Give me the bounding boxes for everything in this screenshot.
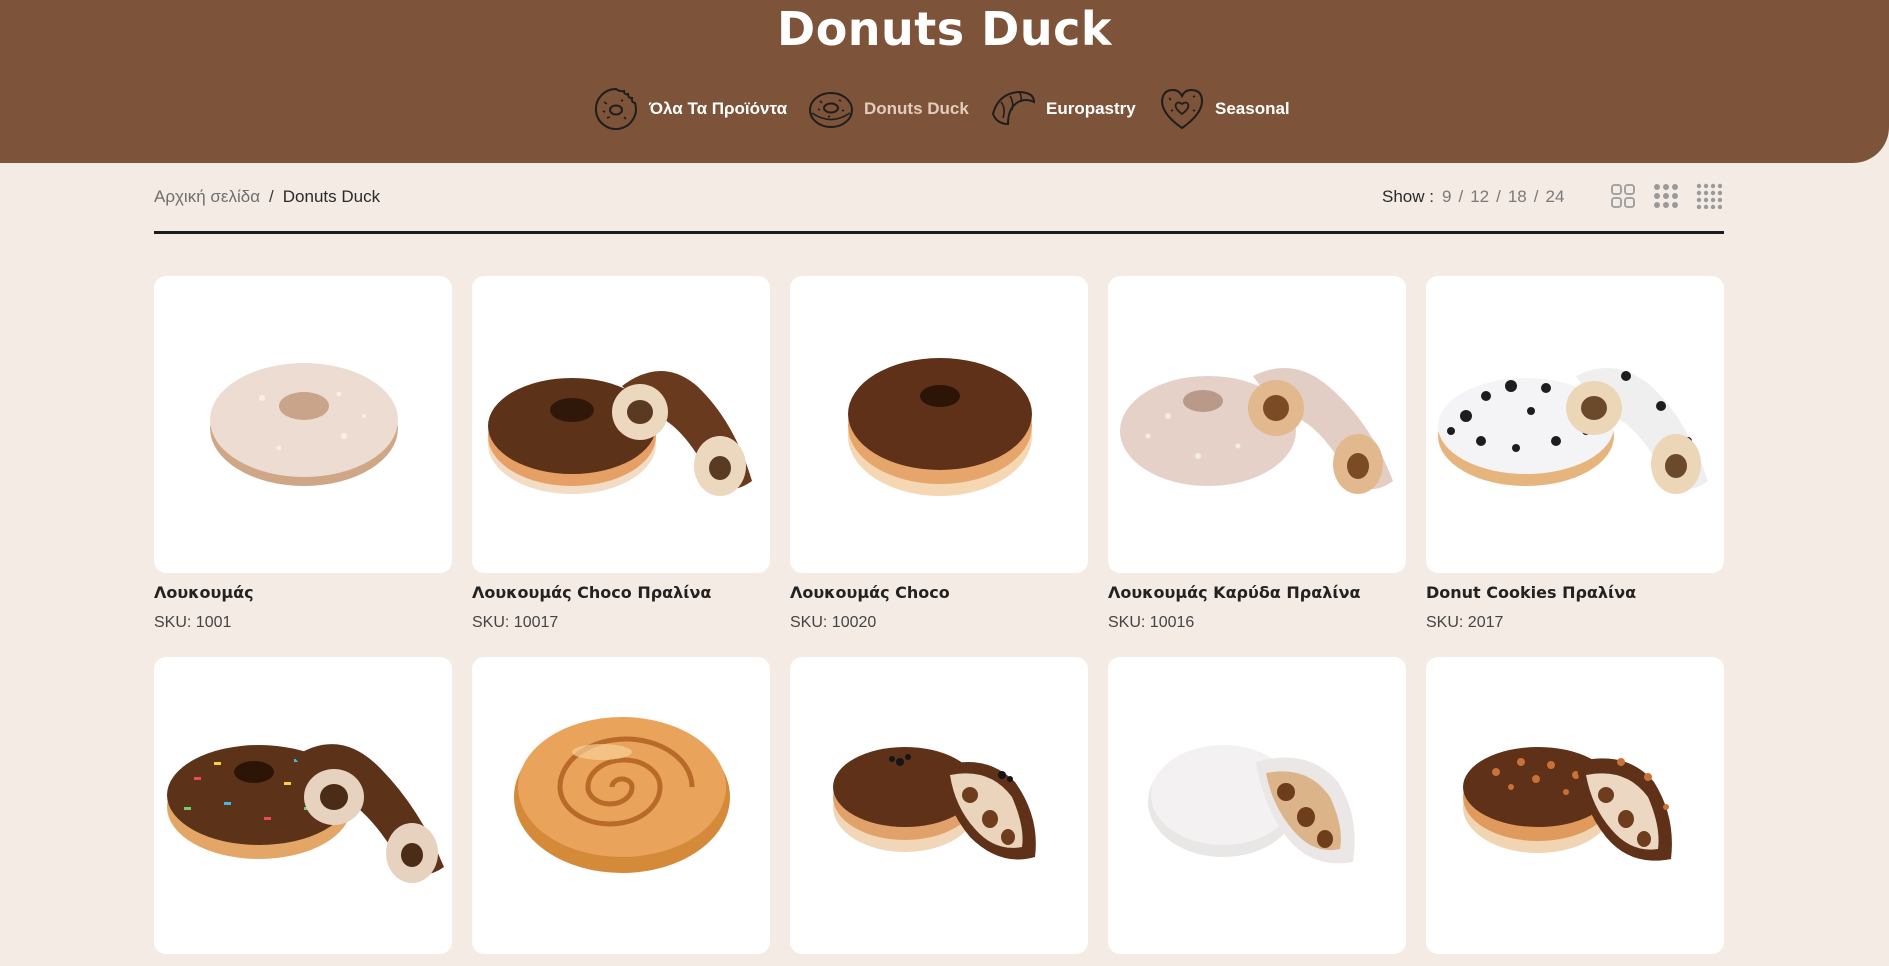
product-card: Λουκουμάς Choco Πραλίνα SKU: 10017 bbox=[472, 276, 770, 632]
product-sku: SKU: 10017 bbox=[472, 614, 559, 631]
nav-item-label: Όλα Τα Προϊόντα bbox=[649, 99, 788, 118]
product-image[interactable] bbox=[1426, 657, 1724, 954]
breadcrumb-separator: / bbox=[269, 187, 274, 206]
product-name[interactable]: Λουκουμάς Καρύδα Πραλίνα bbox=[1108, 583, 1406, 602]
show-option-24[interactable]: 24 bbox=[1546, 187, 1565, 207]
grid-3-icon[interactable] bbox=[1653, 183, 1679, 209]
nav-item-donuts-duck[interactable]: Donuts Duck bbox=[806, 84, 969, 134]
croissant-icon bbox=[991, 90, 1036, 126]
show-label: Show : bbox=[1382, 187, 1434, 206]
product-name[interactable]: Λουκουμάς bbox=[154, 583, 452, 602]
product-card bbox=[1108, 657, 1406, 966]
product-name[interactable]: Donut Cookies Πραλίνα bbox=[1426, 583, 1724, 602]
per-page-selector: Show : 9 / 12 / 18 / 24 bbox=[1382, 187, 1564, 207]
product-image[interactable] bbox=[790, 657, 1088, 954]
grid-4-icon[interactable] bbox=[1696, 183, 1722, 209]
show-separator: / bbox=[1533, 187, 1539, 206]
heart-donut-icon bbox=[1160, 88, 1204, 130]
sprinkles-donut-image bbox=[167, 744, 444, 883]
product-card: Λουκουμάς Choco SKU: 10020 bbox=[790, 276, 1088, 632]
product-sku: SKU: 2017 bbox=[1426, 614, 1504, 631]
show-option-9[interactable]: 9 bbox=[1442, 187, 1451, 207]
breadcrumb-home-link[interactable]: Αρχική σελίδα bbox=[154, 187, 260, 207]
nav-item-seasonal[interactable]: Seasonal bbox=[1157, 84, 1290, 134]
nav-item-label: Seasonal bbox=[1215, 99, 1290, 118]
product-card bbox=[1426, 657, 1724, 966]
show-separator: / bbox=[1496, 187, 1501, 206]
product-image[interactable] bbox=[472, 657, 770, 954]
filled-choco-ball-image bbox=[833, 747, 1036, 860]
sugar-filled-ball-image bbox=[1148, 745, 1355, 864]
grid-2-icon[interactable] bbox=[1610, 183, 1636, 209]
product-sku: SKU: 10020 bbox=[790, 614, 877, 631]
show-separator: / bbox=[1458, 187, 1464, 206]
product-image[interactable] bbox=[472, 276, 770, 573]
shop-toolbar: Αρχική σελίδα / Donuts Duck Show : 9 / 1… bbox=[154, 183, 1724, 213]
coconut-praline-donut-image bbox=[1120, 368, 1393, 494]
toolbar-divider bbox=[154, 231, 1724, 234]
product-name[interactable]: Λουκουμάς Choco bbox=[790, 583, 1088, 602]
crunchy-filled-ball-image bbox=[1463, 747, 1672, 861]
site-title: Donuts Duck bbox=[777, 2, 1112, 56]
show-option-12[interactable]: 12 bbox=[1470, 187, 1489, 207]
nav-item-europastry[interactable]: Europastry bbox=[988, 84, 1136, 134]
product-card bbox=[472, 657, 770, 966]
product-card bbox=[790, 657, 1088, 966]
cookies-praline-donut-image bbox=[1438, 368, 1708, 494]
donut-bitten-icon bbox=[594, 87, 637, 130]
product-card: Λουκουμάς Καρύδα Πραλίνα SKU: 10016 bbox=[1108, 276, 1406, 632]
product-image[interactable] bbox=[1108, 657, 1406, 954]
category-nav: Όλα Τα Προϊόντα Donuts Duck Europastry S… bbox=[0, 84, 1889, 134]
product-image[interactable] bbox=[154, 657, 452, 954]
product-image[interactable] bbox=[1426, 276, 1724, 573]
nav-item-label: Donuts Duck bbox=[864, 99, 969, 118]
product-image[interactable] bbox=[154, 276, 452, 573]
product-card bbox=[154, 657, 452, 966]
donut-icon bbox=[809, 92, 853, 128]
choco-praline-donut-image bbox=[488, 371, 752, 496]
nav-item-label: Europastry bbox=[1046, 99, 1136, 118]
sugar-donut-image bbox=[210, 363, 398, 486]
show-option-18[interactable]: 18 bbox=[1508, 187, 1527, 207]
breadcrumb: Αρχική σελίδα / Donuts Duck bbox=[154, 187, 380, 207]
product-card: Λουκουμάς SKU: 1001 bbox=[154, 276, 452, 632]
product-sku: SKU: 10016 bbox=[1108, 614, 1195, 631]
breadcrumb-current: Donuts Duck bbox=[282, 187, 381, 206]
product-sku: SKU: 1001 bbox=[154, 614, 232, 631]
product-card: Donut Cookies Πραλίνα SKU: 2017 bbox=[1426, 276, 1724, 632]
product-image[interactable] bbox=[1108, 276, 1406, 573]
cinnamon-roll-image bbox=[514, 717, 730, 873]
choco-donut-image bbox=[848, 358, 1032, 496]
site-header: Donuts Duck Όλα Τα Προϊόντα Donuts Duck bbox=[0, 0, 1889, 163]
product-name[interactable]: Λουκουμάς Choco Πραλίνα bbox=[472, 583, 770, 602]
product-image[interactable] bbox=[790, 276, 1088, 573]
nav-item-all-products[interactable]: Όλα Τα Προϊόντα bbox=[591, 84, 787, 134]
